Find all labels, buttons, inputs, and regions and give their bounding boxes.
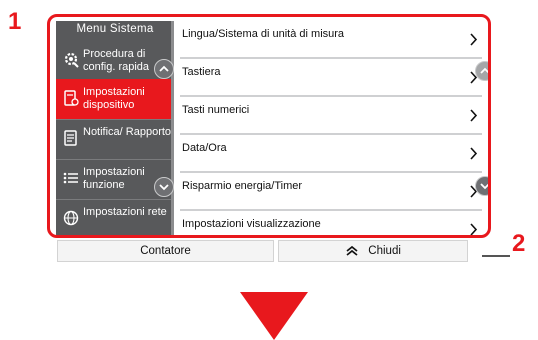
chevron-up-icon (480, 67, 488, 74)
list-scroll-down-button[interactable] (475, 176, 488, 196)
list-item[interactable]: Lingua/Sistema di unità di misura (180, 21, 482, 57)
list-item[interactable]: Data/Ora (180, 135, 482, 171)
chevron-right-icon (470, 109, 478, 122)
sidebar-item-network-settings[interactable]: Impostazioni rete (56, 199, 174, 235)
chevron-right-icon (470, 223, 478, 235)
list-item-label: Data/Ora (182, 142, 227, 154)
report-icon (62, 129, 80, 147)
sidebar-scroll-up-button[interactable] (154, 59, 174, 79)
sidebar-title: Menu Sistema (76, 23, 154, 35)
list-item-label: Risparmio energia/Timer (182, 180, 303, 192)
list-item-label: Tastiera (182, 66, 221, 78)
list-item[interactable]: Impostazioni visualizzazione (180, 211, 482, 235)
counter-button-label: Contatore (140, 245, 191, 257)
callout-number-1: 1 (8, 8, 22, 35)
list-item[interactable]: Risparmio energia/Timer (180, 173, 482, 209)
sidebar-item-label: Impostazioni rete (83, 206, 167, 218)
chevron-down-icon (480, 183, 488, 190)
down-arrow-indicator (240, 292, 308, 340)
quick-setup-icon (62, 51, 80, 69)
close-button[interactable]: Chiudi (278, 240, 468, 262)
list-item[interactable]: Tasti numerici (180, 97, 482, 133)
highlighted-panel-frame: Menu Sistema Procedura di config. rapida… (47, 14, 491, 238)
sidebar-item-device-settings[interactable]: Impostazioni dispositivo (56, 79, 174, 119)
chevron-right-icon (470, 33, 478, 46)
chevron-up-icon (159, 65, 169, 72)
system-menu-sidebar: Menu Sistema Procedura di config. rapida… (56, 21, 174, 235)
settings-list: Lingua/Sistema di unità di misura Tastie… (180, 21, 488, 235)
sidebar-item-report[interactable]: Notifica/ Rapporto (56, 119, 174, 159)
list-scroll-up-button[interactable] (475, 61, 488, 81)
double-chevron-up-icon (346, 245, 358, 256)
sidebar-scroll-down-button[interactable] (154, 177, 174, 197)
callout-number-2: 2 (512, 230, 526, 257)
close-button-label: Chiudi (368, 245, 401, 257)
callout-2-leader-line (482, 255, 510, 257)
list-item-label: Lingua/Sistema di unità di misura (182, 28, 345, 40)
sidebar-scrollbar[interactable] (171, 21, 174, 235)
list-item-label: Tasti numerici (182, 104, 250, 116)
chevron-right-icon (470, 147, 478, 160)
network-globe-icon (62, 209, 80, 227)
counter-button[interactable]: Contatore (57, 240, 274, 262)
sidebar-item-label: Notifica/ Rapporto (83, 126, 172, 138)
list-item-label: Impostazioni visualizzazione (182, 218, 321, 230)
sidebar-item-label: Impostazioni dispositivo (83, 86, 145, 111)
device-settings-icon (62, 89, 80, 107)
list-item[interactable]: Tastiera (180, 59, 482, 95)
chevron-down-icon (159, 184, 169, 191)
function-list-icon (62, 169, 80, 187)
